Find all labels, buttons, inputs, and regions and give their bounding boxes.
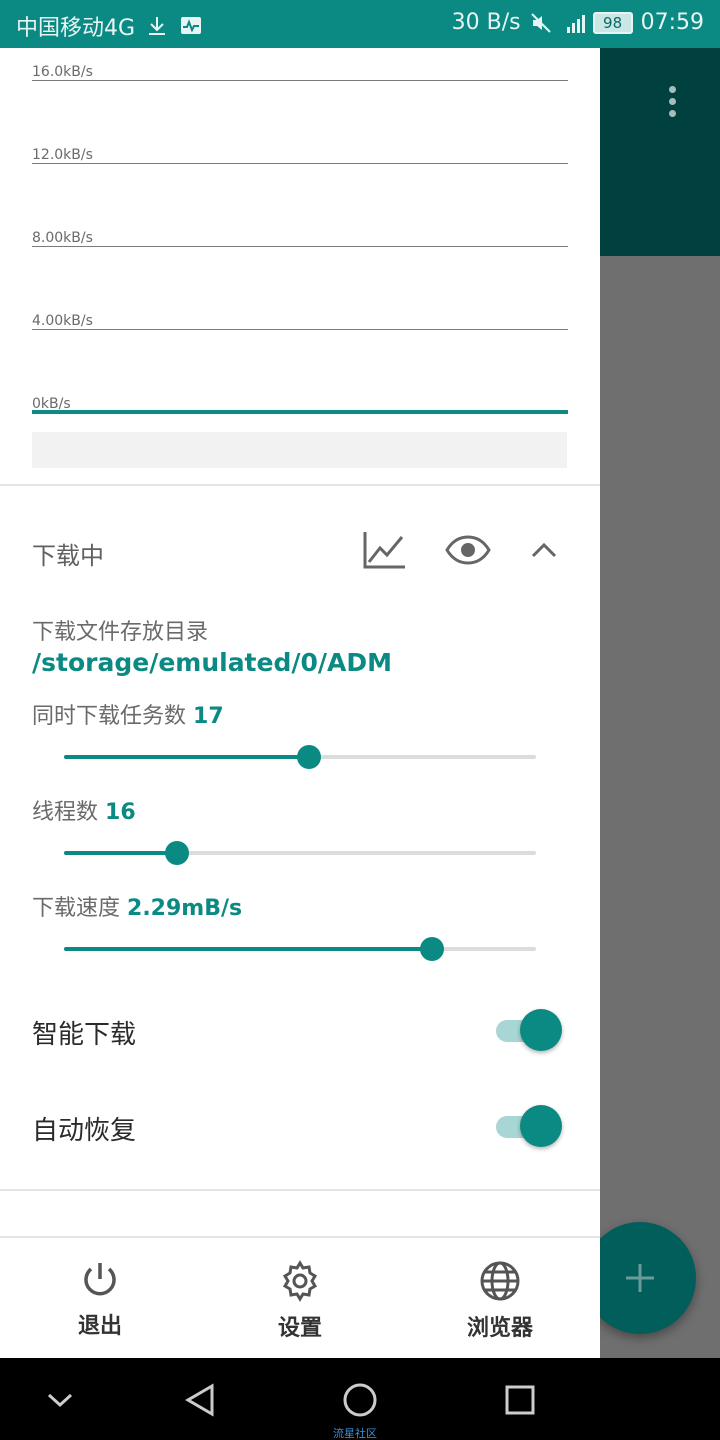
divider — [0, 1189, 600, 1191]
exit-label: 退出 — [77, 1314, 122, 1339]
gear-icon — [282, 1260, 318, 1302]
battery-indicator: 98 — [592, 11, 633, 34]
grid-line — [32, 329, 568, 330]
y-tick-label: 16.0kB/s — [32, 64, 93, 80]
speed-setting-label: 下载速度 2.29mB/s — [32, 890, 242, 922]
globe-icon — [480, 1261, 520, 1301]
tasks-value: 17 — [193, 704, 224, 729]
eye-icon[interactable] — [444, 526, 492, 574]
recents-icon[interactable] — [498, 1378, 542, 1422]
status-bar: 中国移动4G 30 B/s 98 07:59 — [0, 0, 720, 48]
speed-series-line — [32, 410, 568, 414]
plus-icon — [626, 1264, 654, 1292]
watermark-label: 流星社区 — [333, 1427, 377, 1440]
divider — [0, 484, 600, 486]
speed-value: 2.29mB/s — [127, 896, 243, 921]
slider-thumb[interactable] — [420, 937, 445, 961]
download-icon — [145, 14, 169, 38]
download-dir-label: 下载文件存放目录 — [32, 620, 209, 645]
browser-button[interactable]: 浏览器 — [400, 1260, 600, 1358]
add-download-button[interactable] — [584, 1222, 696, 1334]
bottom-nav: 退出 设置 浏览器 — [0, 1238, 600, 1358]
chevron-down-icon[interactable] — [38, 1378, 82, 1422]
settings-label: 设置 — [277, 1316, 322, 1341]
settings-button[interactable]: 设置 — [200, 1260, 400, 1358]
smart-download-label: 智能下载 — [32, 1020, 137, 1050]
y-tick-label: 12.0kB/s — [32, 147, 93, 163]
slider-thumb[interactable] — [297, 745, 322, 769]
speed-label-text: 下载速度 — [32, 896, 121, 921]
chevron-up-icon[interactable] — [520, 526, 568, 574]
navigation-drawer: 16.0kB/s 12.0kB/s 8.00kB/s 4.00kB/s 0kB/… — [0, 48, 600, 1358]
grid-line — [32, 80, 568, 81]
back-icon[interactable] — [178, 1378, 222, 1422]
threads-setting-label: 线程数 16 — [32, 794, 136, 826]
speed-slider[interactable] — [64, 934, 536, 964]
slider-thumb[interactable] — [165, 841, 190, 865]
auto-resume-label: 自动恢复 — [32, 1116, 137, 1146]
home-icon[interactable] — [338, 1378, 382, 1422]
chart-scroll-bar[interactable] — [32, 432, 567, 468]
threads-label-text: 线程数 — [32, 800, 99, 825]
chart-icon[interactable] — [360, 526, 408, 574]
grid-line — [32, 163, 568, 164]
tasks-setting-label: 同时下载任务数 17 — [32, 698, 224, 730]
section-title: 下载中 — [32, 542, 104, 570]
download-dir-path[interactable]: /storage/emulated/0/ADM — [32, 648, 392, 677]
power-icon — [84, 1263, 116, 1296]
tasks-slider[interactable] — [64, 742, 536, 772]
speed-chart: 16.0kB/s 12.0kB/s 8.00kB/s 4.00kB/s 0kB/… — [32, 48, 568, 478]
browser-label: 浏览器 — [466, 1316, 533, 1341]
y-tick-label: 4.00kB/s — [32, 313, 93, 329]
monitor-icon — [179, 14, 203, 38]
y-tick-label: 8.00kB/s — [32, 230, 93, 246]
signal-icon — [561, 11, 585, 35]
net-speed-label: 30 B/s — [451, 10, 521, 35]
mute-icon — [529, 11, 553, 35]
auto-resume-toggle[interactable] — [496, 1105, 562, 1147]
threads-slider[interactable] — [64, 838, 536, 868]
carrier-label: 中国移动4G — [16, 16, 136, 41]
background-app-bar — [600, 48, 720, 256]
overflow-menu-icon[interactable] — [666, 86, 678, 122]
exit-button[interactable]: 退出 — [0, 1260, 200, 1358]
grid-line — [32, 246, 568, 247]
clock-label: 07:59 — [640, 10, 704, 35]
threads-value: 16 — [105, 800, 136, 825]
tasks-label-text: 同时下载任务数 — [32, 704, 187, 729]
smart-download-toggle[interactable] — [496, 1009, 562, 1051]
